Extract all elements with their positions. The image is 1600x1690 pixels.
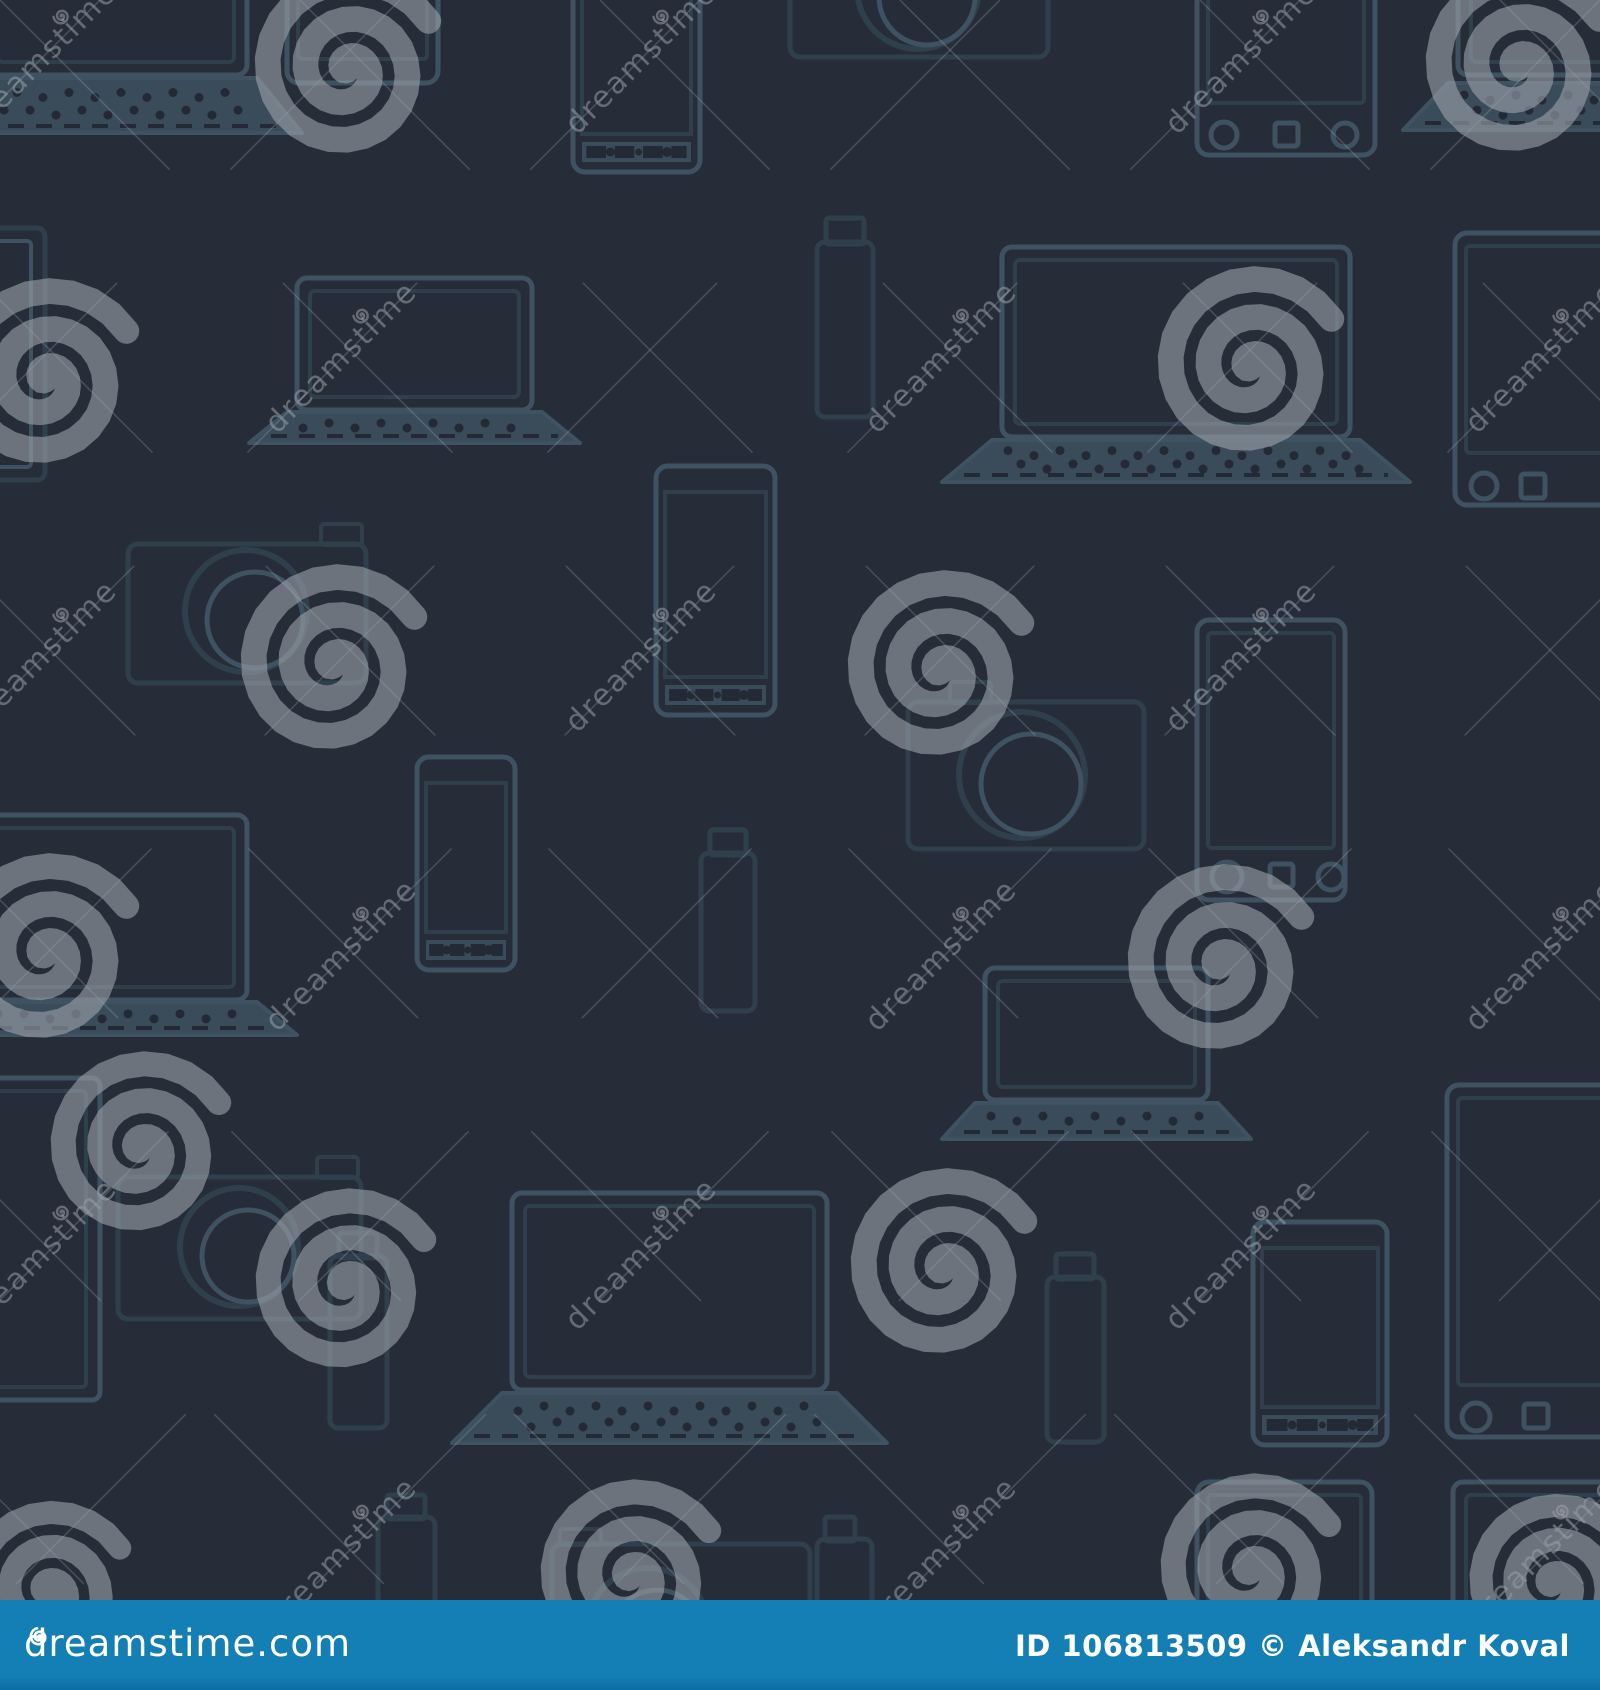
watermark-credit-bar: dreamstime.com ID 106813509 © Aleksandr … bbox=[0, 1600, 1600, 1690]
dreamstime-logo: dreamstime.com bbox=[24, 1622, 351, 1665]
dreamstime-logo-text: dreamstime.com bbox=[24, 1622, 352, 1665]
stock-image-canvas: dreamstime dreamstime dreamstime dreamstime… bbox=[0, 0, 1600, 1690]
device-pattern-art: dreamstime dreamstimedreamstime dreamstime… bbox=[0, 0, 1600, 1600]
image-credit-text: ID 106813509 © Aleksandr Koval bbox=[1014, 1629, 1570, 1663]
dreamstime-spiral-icon bbox=[29, 1626, 47, 1646]
